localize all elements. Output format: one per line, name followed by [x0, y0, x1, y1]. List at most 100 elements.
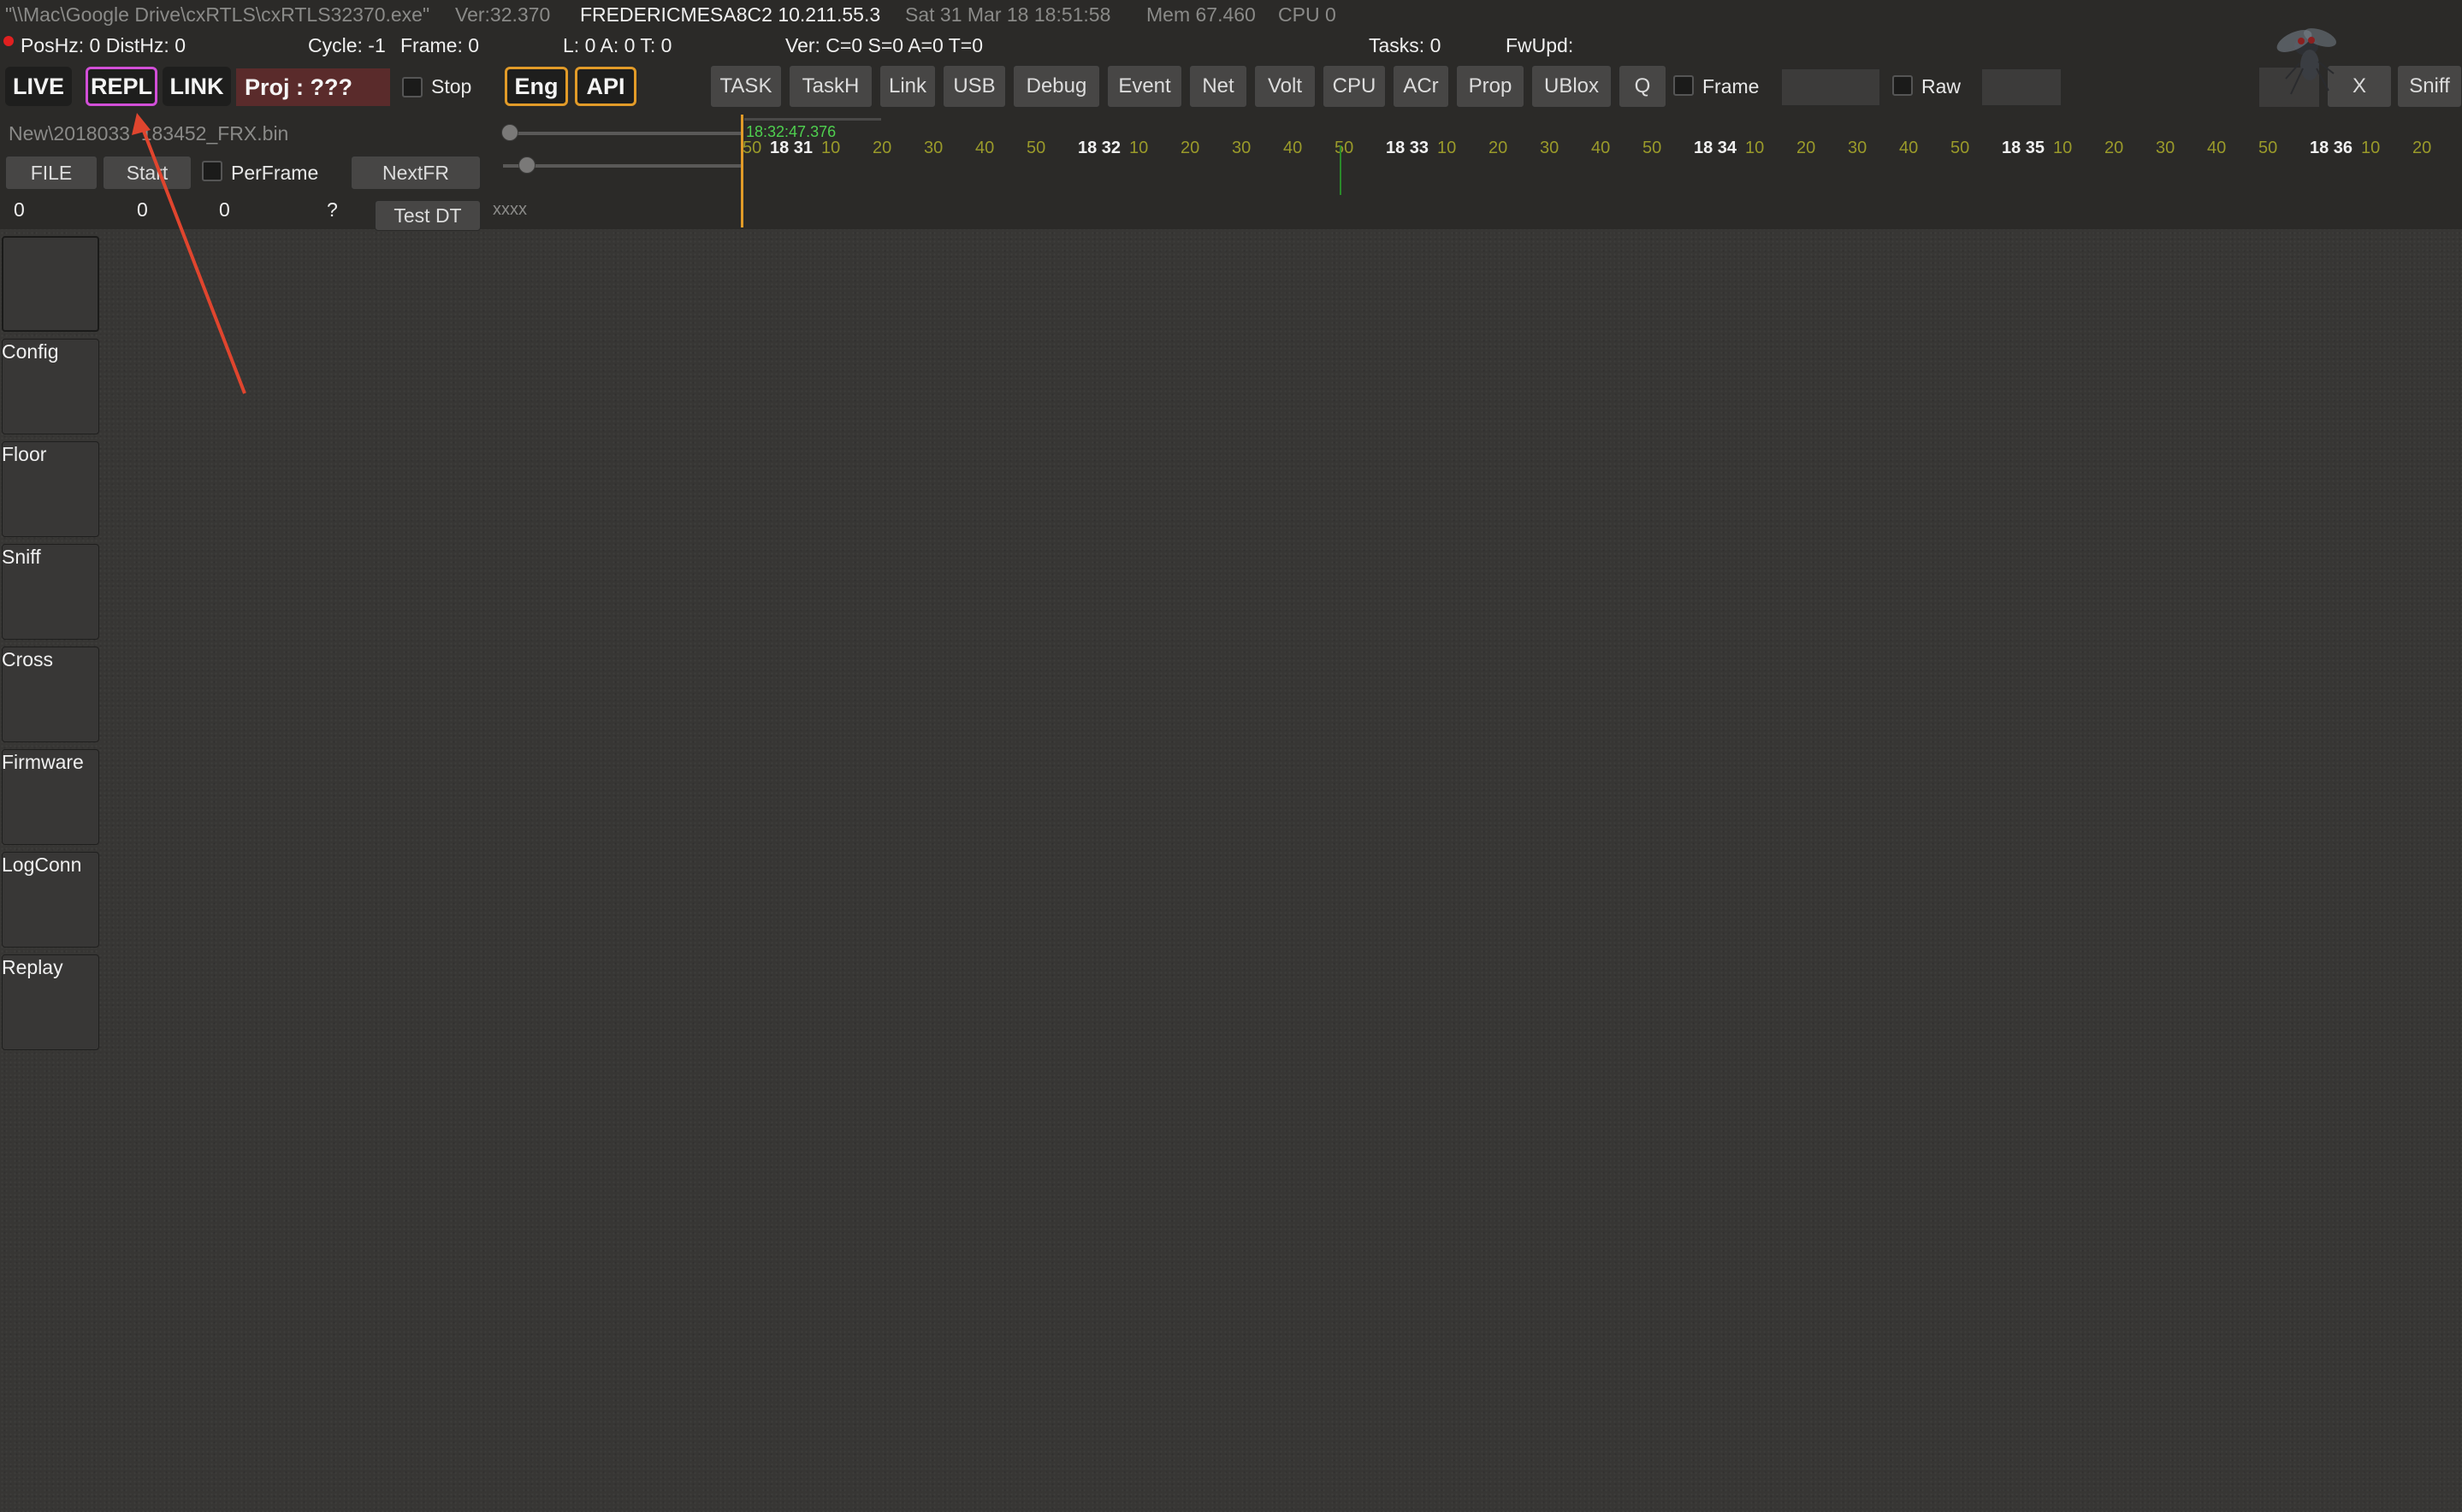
timeline-second-label: 40: [2207, 139, 2227, 157]
timeline-second-label: 10: [821, 139, 841, 157]
timeline-minute-label: 18 31: [770, 139, 814, 157]
replay-file-name: New\2018033 183452_FRX.bin: [9, 122, 289, 145]
replay-speed-slider-knob[interactable]: [501, 124, 518, 141]
timeline-minute-label: 18 34: [1694, 139, 1737, 157]
eng-button[interactable]: Eng: [505, 67, 568, 106]
timeline-second-label: 40: [1899, 139, 1919, 157]
replay-counter-1: 0: [14, 198, 25, 221]
timeline-second-label: 40: [1283, 139, 1303, 157]
frame-input[interactable]: [1781, 68, 1880, 106]
timeline-second-label: 20: [1181, 139, 1200, 157]
timeline-second-label: 30: [1848, 139, 1867, 157]
timeline-second-label: 20: [873, 139, 892, 157]
toolbar-button-net[interactable]: Net: [1189, 65, 1247, 108]
timeline-second-label: 30: [1232, 139, 1252, 157]
toolbar-button-link[interactable]: Link: [879, 65, 936, 108]
timeline-second-label: 30: [924, 139, 944, 157]
timeline-second-label: 20: [2104, 139, 2124, 157]
toolbar-button-cpu[interactable]: CPU: [1323, 65, 1386, 108]
timeline-second-label: 10: [2053, 139, 2073, 157]
test-dt-button[interactable]: Test DT: [375, 200, 481, 231]
toolbar-button-prop[interactable]: Prop: [1456, 65, 1524, 108]
perframe-label: PerFrame: [231, 162, 319, 184]
test-dt-value: xxxx: [493, 200, 527, 219]
timeline-second-label: 10: [1129, 139, 1149, 157]
timeline-second-label: 20: [1796, 139, 1816, 157]
toolbar-button-ublox[interactable]: UBlox: [1531, 65, 1612, 108]
start-button[interactable]: Start: [103, 156, 192, 190]
timeline-minute-label: 18 36: [2310, 139, 2353, 157]
file-button[interactable]: FILE: [5, 156, 98, 190]
firmware-update-status: FwUpd:: [1506, 34, 1574, 56]
toolbar-button-q[interactable]: Q: [1619, 65, 1666, 108]
lat-counters: L: 0 A: 0 T: 0: [563, 34, 672, 56]
stop-label: Stop: [431, 75, 472, 97]
api-button[interactable]: API: [575, 67, 636, 106]
timeline-second-label: 50: [1027, 139, 1046, 157]
timeline-second-label: 40: [975, 139, 995, 157]
replay-mode-button[interactable]: REPL: [86, 67, 157, 106]
tasks-counter: Tasks: 0: [1369, 34, 1441, 56]
timeline-second-label: 40: [1591, 139, 1611, 157]
timeline-second-label: 30: [2156, 139, 2175, 157]
timeline-marker-green: [1340, 145, 1341, 195]
toolbar-button-event[interactable]: Event: [1107, 65, 1182, 108]
raw-label: Raw: [1921, 75, 1962, 97]
toolbar-button-debug[interactable]: Debug: [1013, 65, 1100, 108]
frame-label: Frame: [1702, 75, 1760, 97]
replay-position-slider-track: [503, 164, 741, 168]
perframe-checkbox[interactable]: [202, 161, 222, 181]
status-bar-counters: PosHz: 0 DistHz: 0 Cycle: -1 Frame: 0 L:…: [0, 31, 2462, 60]
raw-checkbox[interactable]: [1892, 75, 1913, 96]
replay-unknown-value: ?: [327, 198, 338, 221]
timeline-second-label: 10: [1745, 139, 1765, 157]
toolbar-button-taskh[interactable]: TaskH: [789, 65, 873, 108]
replay-timeline[interactable]: 50 18 31 10 20 30 40 50 18 32 10 20 30 40 50 18 33 10 2…: [743, 115, 2462, 226]
status-bar-top: "\\Mac\Google Drive\cxRTLS\cxRTLS32370.e…: [0, 0, 2462, 31]
toolbar-button-task[interactable]: TASK: [710, 65, 782, 108]
frame-checkbox[interactable]: [1673, 75, 1694, 96]
app-version: Ver:32.370: [455, 3, 551, 26]
sidebar-item-label: Floor: [2, 443, 47, 465]
timeline-cursor[interactable]: [741, 115, 743, 227]
datetime: Sat 31 Mar 18 18:51:58: [905, 3, 1111, 26]
replay-position-slider-knob[interactable]: [518, 157, 536, 174]
toolbar-button-acr[interactable]: ACr: [1393, 65, 1449, 108]
memory-usage: Mem 67.460: [1146, 3, 1256, 26]
timeline-minute-label: 18 32: [1078, 139, 1122, 157]
sidebar-item-label: Replay: [2, 956, 63, 978]
sidebar-slot-empty[interactable]: [2, 236, 99, 332]
timeline-second-label: 20: [2412, 139, 2432, 157]
raw-input[interactable]: [1981, 68, 2062, 106]
replay-counter-2: 0: [137, 198, 148, 221]
frame-counter: Frame: 0: [400, 34, 480, 56]
sidebar-item-label: Sniff: [2, 546, 41, 568]
record-indicator-icon: [3, 36, 14, 46]
replay-speed-slider-track: [503, 132, 741, 135]
stop-checkbox[interactable]: [402, 77, 423, 97]
link-mode-button[interactable]: LINK: [163, 67, 231, 106]
timeline-second-label: 30: [1540, 139, 1559, 157]
timeline-second-label: 50: [1642, 139, 1662, 157]
timeline-second-label: 50: [1950, 139, 1970, 157]
sidebar-item-label: Config: [2, 340, 59, 363]
toolbar-button-volt[interactable]: Volt: [1254, 65, 1316, 108]
timeline-second-label: 50: [2258, 139, 2278, 157]
sniff-button[interactable]: Sniff: [2397, 65, 2462, 108]
timeline-minute-label: 18 33: [1386, 139, 1429, 157]
exe-path: "\\Mac\Google Drive\cxRTLS\cxRTLS32370.e…: [5, 3, 430, 26]
next-frame-button[interactable]: NextFR: [351, 156, 481, 190]
timeline-second-label: 10: [1437, 139, 1457, 157]
version-counts: Ver: C=0 S=0 A=0 T=0: [785, 34, 984, 56]
toolbar-button-usb[interactable]: USB: [943, 65, 1006, 108]
sidebar-item-label: Cross: [2, 648, 54, 670]
timeline-second-label: 10: [2361, 139, 2381, 157]
live-mode-button[interactable]: LIVE: [5, 67, 72, 106]
sidebar-item-label: LogConn: [2, 853, 82, 876]
timeline-minute-label: 18 35: [2002, 139, 2045, 157]
pos-dist-hz: PosHz: 0 DistHz: 0: [21, 34, 186, 56]
sidebar-item-label: Firmware: [2, 751, 84, 773]
timeline-second-label: 50: [743, 139, 762, 157]
timeline-second-label: 20: [1488, 139, 1508, 157]
project-indicator[interactable]: Proj : ???: [236, 68, 390, 106]
